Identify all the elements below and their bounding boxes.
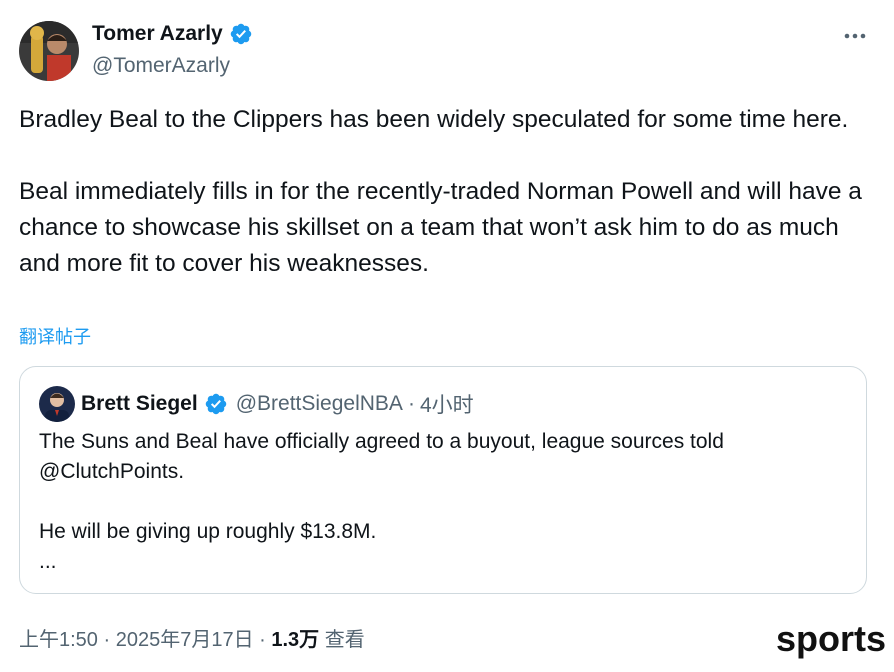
quoted-author-handle[interactable]: @BrettSiegelNBA: [236, 392, 403, 416]
author-avatar[interactable]: [19, 21, 79, 81]
more-options-button[interactable]: [838, 24, 874, 48]
tweet-meta: 上午1:50 · 2025年7月17日 · 1.3万 查看: [19, 623, 365, 652]
verified-badge-icon: [205, 393, 226, 415]
quoted-tweet-header: Brett Siegel @BrettSiegelNBA · 4小时: [81, 389, 474, 419]
sports-watermark: sports: [776, 618, 887, 659]
quoted-author-name[interactable]: Brett Siegel: [81, 392, 198, 416]
translate-post-link[interactable]: 翻译帖子: [19, 323, 91, 349]
meta-separator: ·: [253, 629, 272, 651]
separator-dot: ·: [407, 392, 415, 415]
tweet-text: Bradley Beal to the Clippers has been wi…: [19, 106, 862, 277]
author-name[interactable]: Tomer Azarly: [92, 22, 223, 46]
tweet-time[interactable]: 上午1:50: [19, 629, 98, 651]
tweet-date[interactable]: 2025年7月17日: [116, 629, 254, 651]
views-label: 查看: [319, 629, 365, 651]
quoted-tweet-card[interactable]: Brett Siegel @BrettSiegelNBA · 4小时 The S…: [19, 366, 867, 594]
author-name-row: Tomer Azarly: [92, 22, 253, 46]
more-horizontal-icon: [844, 33, 866, 39]
quoted-tweet-time[interactable]: 4小时: [420, 389, 474, 419]
author-handle[interactable]: @TomerAzarly: [92, 54, 230, 78]
verified-badge-icon: [230, 23, 251, 45]
quoted-author-avatar[interactable]: [39, 386, 75, 422]
quoted-tweet-text: The Suns and Beal have officially agreed…: [39, 430, 724, 573]
meta-separator: ·: [97, 629, 116, 651]
views-count: 1.3万: [271, 629, 320, 651]
